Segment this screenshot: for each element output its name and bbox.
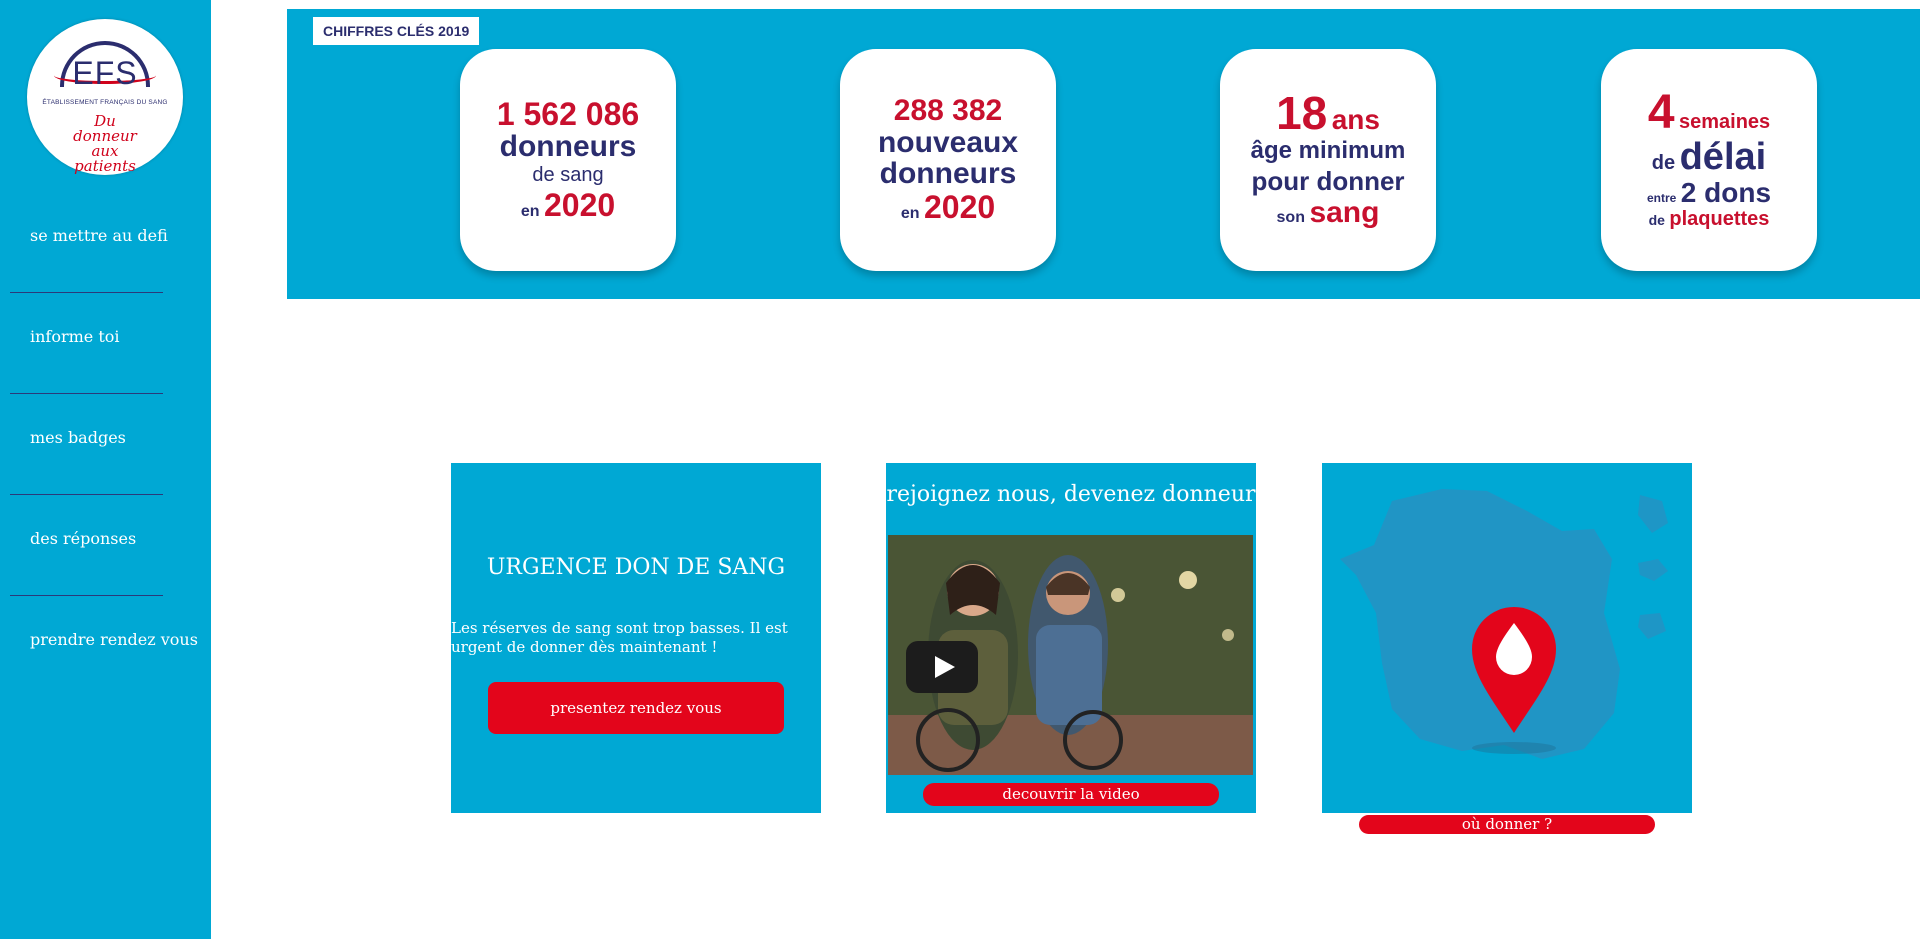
sidebar-item-rendez-vous[interactable]: prendre rendez vous bbox=[30, 630, 198, 649]
stat-label: donneurs bbox=[879, 156, 1017, 190]
stat-value: 18 bbox=[1276, 86, 1328, 139]
stat-label: en bbox=[900, 204, 920, 222]
stat-label: entre bbox=[1646, 190, 1677, 205]
stat-label: en bbox=[520, 202, 540, 220]
urgence-panel: URGENCE DON DE SANG Les réserves de sang… bbox=[451, 463, 821, 813]
sidebar-item-reponses[interactable]: des réponses bbox=[30, 529, 136, 548]
stat-card-platelets-delay: 4 semaines de délai entre 2 dons de plaq… bbox=[1601, 49, 1817, 271]
present-appointment-button[interactable]: presentez rendez vous bbox=[488, 682, 784, 734]
stat-label: pour donner bbox=[1251, 165, 1405, 196]
video-title: rejoignez nous, devenez donneur bbox=[886, 482, 1256, 507]
stat-year: 2020 bbox=[923, 188, 996, 225]
sidebar-divider bbox=[10, 494, 163, 495]
sidebar: EFS ÉTABLISSEMENT FRANÇAIS DU SANG Du do… bbox=[0, 0, 211, 939]
stat-year-line: en 2020 bbox=[901, 189, 995, 226]
stat-card-min-age: 18 ans âge minimum pour donner son sang bbox=[1220, 49, 1436, 271]
sidebar-divider bbox=[10, 393, 163, 394]
stat-year-line: en 2020 bbox=[521, 187, 615, 224]
logo-tagline-text: Du donneur aux patients bbox=[73, 112, 137, 175]
stat-weeks-line: 4 semaines bbox=[1648, 88, 1771, 136]
where-to-donate-button[interactable]: où donner ? bbox=[1359, 815, 1655, 834]
france-map-image[interactable] bbox=[1322, 463, 1692, 813]
video-panel: rejoignez nous, devenez donneur decouvri… bbox=[886, 463, 1256, 813]
stat-label: délai bbox=[1679, 135, 1767, 178]
video-thumbnail[interactable] bbox=[888, 535, 1253, 775]
stat-sang-line: son sang bbox=[1277, 196, 1380, 230]
map-panel: où donner ? bbox=[1322, 463, 1692, 834]
discover-video-button[interactable]: decouvrir la video bbox=[923, 783, 1219, 806]
stat-label: sang bbox=[1309, 195, 1380, 229]
key-figures-tag: CHIFFRES CLÉS 2019 bbox=[313, 17, 480, 45]
sidebar-item-defi[interactable]: se mettre au defi bbox=[30, 226, 168, 245]
stat-card-donors: 1 562 086 donneurs de sang en 2020 bbox=[460, 49, 676, 271]
stat-value: 4 bbox=[1647, 85, 1675, 139]
stat-label: de bbox=[1651, 151, 1676, 174]
stat-label: de sang bbox=[532, 163, 604, 186]
key-figures-banner: CHIFFRES CLÉS 2019 1 562 086 donneurs de… bbox=[287, 9, 1920, 299]
urgence-text: Les réserves de sang sont trop basses. I… bbox=[451, 619, 788, 656]
stat-label: nouveaux bbox=[877, 125, 1019, 159]
stat-age-line: 18 ans bbox=[1276, 90, 1380, 136]
sidebar-divider bbox=[10, 595, 163, 596]
logo-text: EFS bbox=[72, 55, 138, 91]
stat-dons-line: entre 2 dons bbox=[1646, 176, 1772, 208]
stat-value: 1 562 086 bbox=[496, 95, 640, 132]
sidebar-item-informe[interactable]: informe toi bbox=[30, 327, 120, 346]
stat-label: plaquettes bbox=[1669, 207, 1770, 230]
stat-label: 2 dons bbox=[1680, 176, 1772, 208]
stat-value: 288 382 bbox=[893, 93, 1003, 127]
stat-label: donneurs bbox=[499, 129, 637, 163]
stat-unit: semaines bbox=[1678, 110, 1771, 133]
urgence-title: URGENCE DON DE SANG bbox=[486, 555, 786, 580]
stat-label: de bbox=[1648, 211, 1665, 228]
sidebar-item-badges[interactable]: mes badges bbox=[30, 428, 126, 447]
logo-subtitle: ÉTABLISSEMENT FRANÇAIS DU SANG bbox=[42, 99, 168, 106]
stat-plaquettes-line: de plaquettes bbox=[1649, 208, 1770, 231]
stat-label: son bbox=[1276, 208, 1305, 226]
stat-label: âge minimum bbox=[1250, 136, 1406, 164]
sidebar-divider bbox=[10, 292, 163, 293]
stat-unit: ans bbox=[1331, 103, 1380, 135]
play-icon[interactable] bbox=[906, 641, 978, 693]
efs-logo[interactable]: EFS ÉTABLISSEMENT FRANÇAIS DU SANG Du do… bbox=[27, 19, 183, 175]
logo-tagline: Du donneur aux patients bbox=[27, 114, 183, 174]
stat-card-new-donors: 288 382 nouveaux donneurs en 2020 bbox=[840, 49, 1056, 271]
stat-year: 2020 bbox=[543, 186, 616, 223]
stat-delay-line: de délai bbox=[1652, 136, 1766, 178]
